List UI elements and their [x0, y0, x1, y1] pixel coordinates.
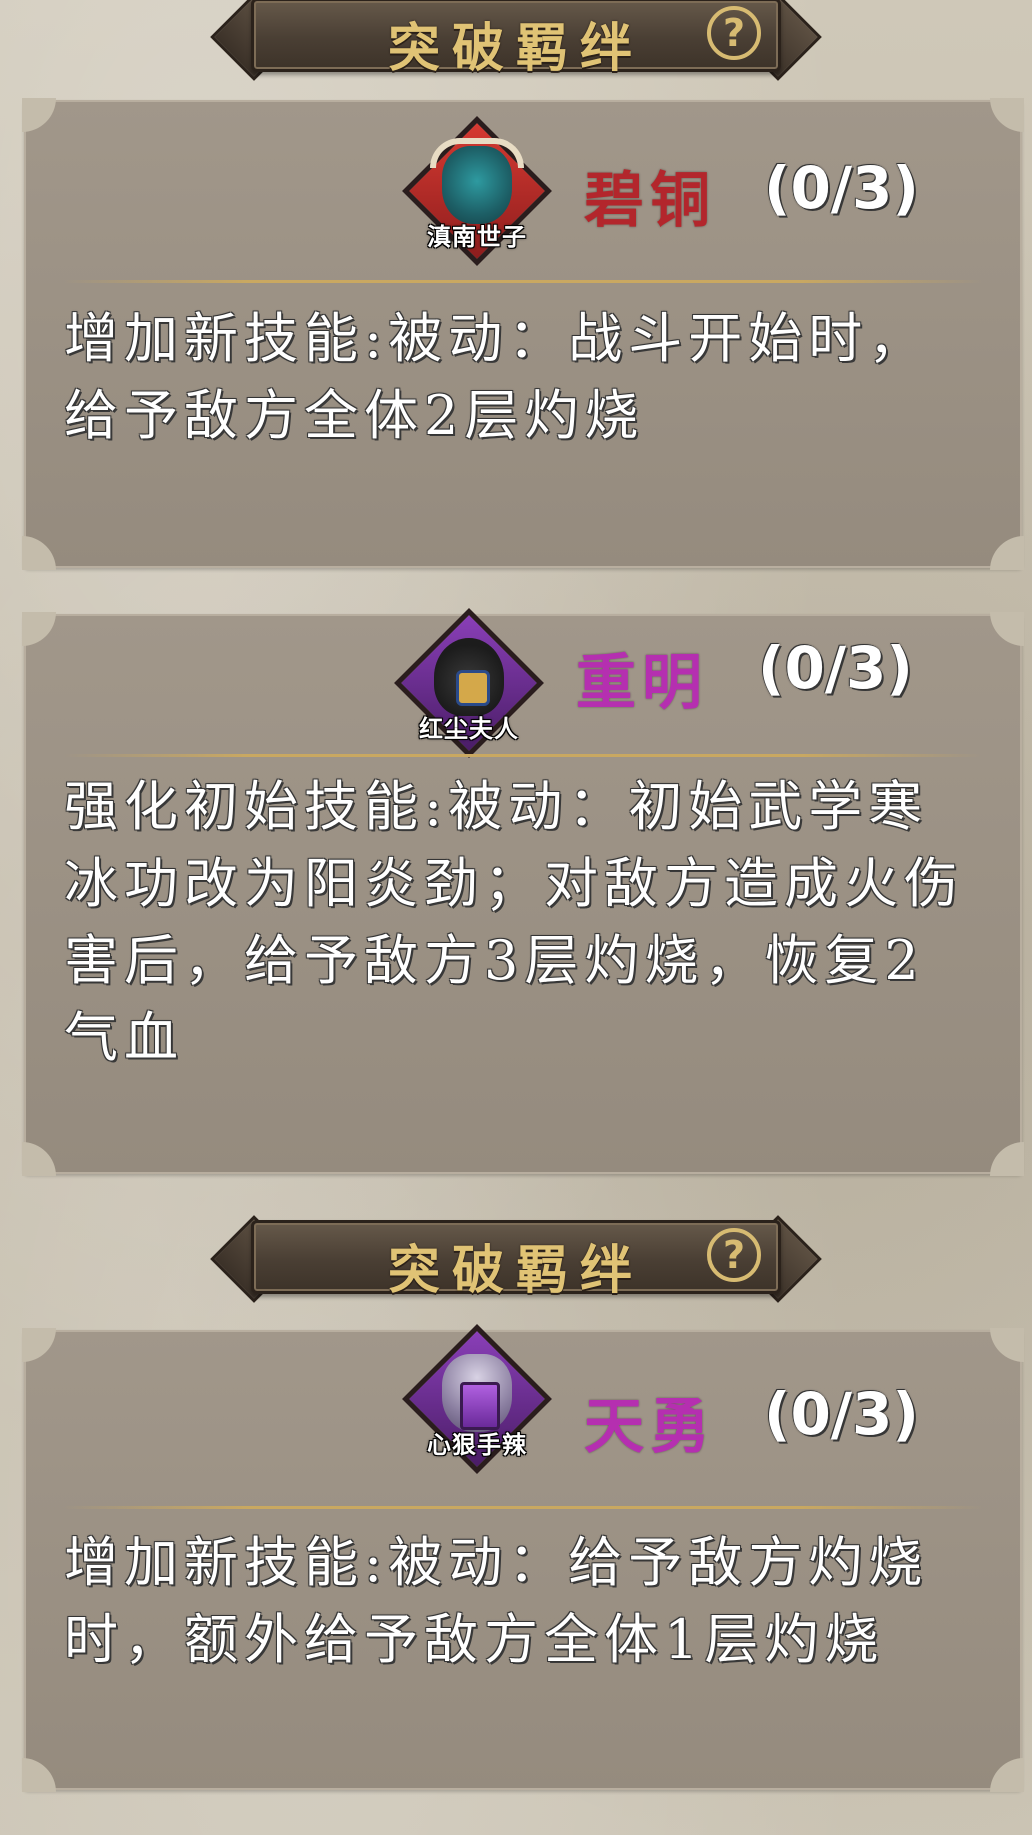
card-description: 强化初始技能:被动：初始武学寒冰功改为阳炎劲；对敌方造成火伤害后，给予敌方3层灼… [64, 775, 964, 1069]
bond-card: 红尘夫人 重明 (0/3) 强化初始技能:被动：初始武学寒冰功改为阳炎劲；对敌方… [22, 608, 1024, 1176]
divider [64, 754, 982, 757]
progress-count: (0/3) [758, 634, 913, 702]
rank-label: 重明 [576, 648, 708, 718]
card-description: 增加新技能:被动：战斗开始时，给予敌方全体2层灼烧 [64, 307, 929, 447]
help-icon[interactable]: ? [707, 1228, 761, 1282]
divider [64, 280, 982, 283]
hero-portrait[interactable]: 滇南世子 [402, 116, 552, 266]
portrait-tag: 滇南世子 [427, 222, 527, 251]
portrait-tag: 红尘夫人 [419, 714, 519, 743]
rank-label: 天勇 [584, 1392, 716, 1462]
progress-count: (0/3) [764, 154, 919, 222]
section-banner: 突破羁绊 ? [210, 1214, 822, 1303]
bond-card: 滇南世子 碧铜 (0/3) 增加新技能:被动：战斗开始时，给予敌方全体2层灼烧 [22, 98, 1024, 570]
hero-portrait[interactable]: 红尘夫人 [394, 608, 544, 758]
armor-icon [460, 1382, 500, 1430]
divider [64, 1506, 982, 1509]
rank-label: 碧铜 [584, 166, 716, 236]
card-description: 增加新技能:被动：给予敌方灼烧时，额外给予敌方全体1层灼烧 [64, 1531, 929, 1671]
progress-count: (0/3) [764, 1380, 919, 1448]
help-icon[interactable]: ? [707, 6, 761, 60]
bond-card: 心狠手辣 天勇 (0/3) 增加新技能:被动：给予敌方灼烧时，额外给予敌方全体1… [22, 1324, 1024, 1792]
mask-icon [456, 670, 490, 706]
portrait-tag: 心狠手辣 [427, 1430, 527, 1459]
section-banner: 突破羁绊 ? [210, 0, 822, 81]
horns-icon [430, 138, 524, 168]
hero-portrait[interactable]: 心狠手辣 [402, 1324, 552, 1474]
